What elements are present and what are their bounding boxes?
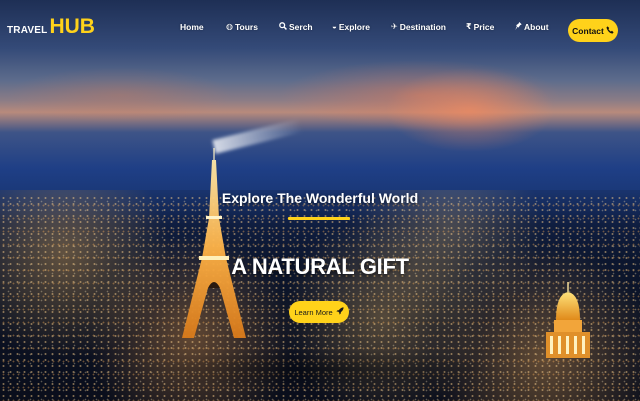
rupee-icon: ₹ bbox=[466, 22, 472, 31]
learn-more-label: Learn More bbox=[294, 307, 333, 317]
globe-icon: ◍ bbox=[226, 22, 233, 31]
contact-button[interactable]: Contact bbox=[568, 19, 618, 42]
eiffel-tower-image bbox=[182, 148, 246, 338]
compass-icon: ◒ bbox=[332, 22, 337, 31]
nav-item-tours[interactable]: ◍ Tours bbox=[226, 22, 258, 32]
main-nav: Home ◍ Tours Serch ◒ Explore ✈ Destinati… bbox=[0, 22, 640, 40]
nav-item-about[interactable]: About bbox=[515, 22, 549, 32]
dome-landmark-image bbox=[546, 282, 590, 358]
learn-more-button[interactable]: Learn More bbox=[289, 301, 349, 323]
contact-button-label: Contact bbox=[572, 25, 604, 36]
rocket-icon bbox=[336, 307, 344, 317]
nav-item-home[interactable]: Home bbox=[180, 22, 204, 32]
plane-icon: ✈ bbox=[391, 22, 398, 31]
nav-item-label: Explore bbox=[338, 22, 371, 32]
nav-item-label: Price bbox=[473, 22, 495, 32]
nav-item-destination[interactable]: ✈ Destination bbox=[391, 22, 446, 32]
nav-item-search[interactable]: Serch bbox=[279, 22, 313, 32]
nav-item-label: About bbox=[524, 22, 549, 32]
hero-section: TRAVEL HUB Home ◍ Tours Serch ◒ Explore … bbox=[0, 0, 640, 401]
nav-item-label: Tours bbox=[234, 22, 258, 32]
nav-item-label: Destination bbox=[399, 22, 446, 32]
hero-headline: A NATURAL GIFT bbox=[231, 254, 409, 279]
nav-item-label: Home bbox=[180, 22, 204, 32]
nav-item-label: Serch bbox=[289, 22, 313, 32]
hero-subtitle: Explore The Wonderful World bbox=[221, 190, 419, 206]
pin-icon bbox=[515, 22, 522, 32]
nav-item-price[interactable]: ₹ Price bbox=[466, 22, 494, 32]
nav-item-explore[interactable]: ◒ Explore bbox=[332, 22, 370, 32]
subtitle-underline bbox=[288, 217, 350, 220]
search-icon bbox=[279, 22, 287, 32]
phone-icon bbox=[606, 25, 614, 36]
